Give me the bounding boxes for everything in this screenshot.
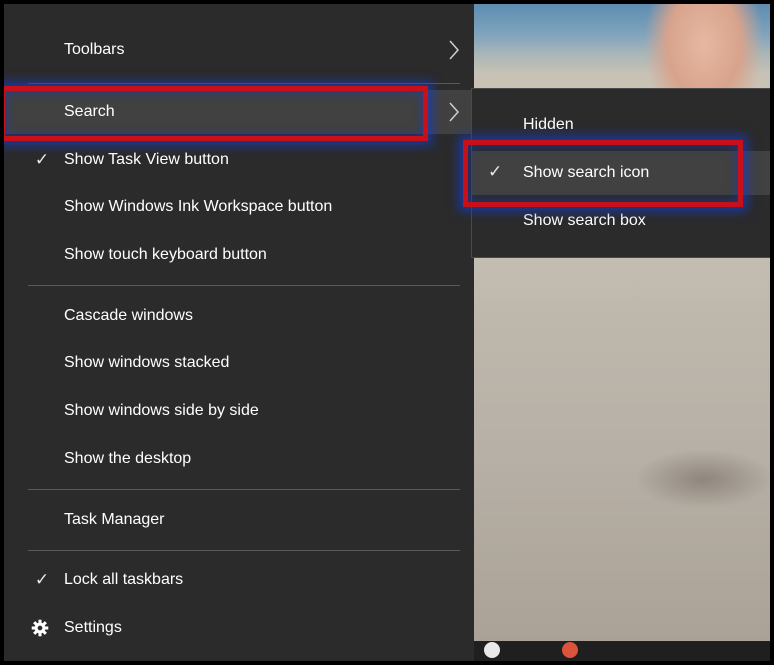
menu-item-lock-taskbars[interactable]: ✓ Lock all taskbars <box>4 558 474 602</box>
checkmark-icon: ✓ <box>34 570 50 589</box>
menu-item-task-manager[interactable]: Task Manager <box>4 498 474 542</box>
menu-separator <box>28 550 460 551</box>
menu-separator <box>28 83 460 84</box>
menu-item-label: Toolbars <box>64 41 125 58</box>
menu-item-show-desktop[interactable]: Show the desktop <box>4 437 474 481</box>
highlight-box-show-search-icon <box>463 140 743 207</box>
menu-item-cascade-windows[interactable]: Cascade windows <box>4 294 474 338</box>
taskbar-app-icon[interactable] <box>562 642 578 658</box>
highlight-box-search <box>4 86 428 141</box>
sand-shadow <box>634 449 770 509</box>
taskbar-strip[interactable] <box>474 641 770 661</box>
menu-item-windows-stacked[interactable]: Show windows stacked <box>4 341 474 385</box>
gear-icon <box>31 619 49 637</box>
menu-separator <box>28 285 460 286</box>
menu-separator <box>28 489 460 490</box>
menu-item-show-ink-workspace[interactable]: Show Windows Ink Workspace button <box>4 185 474 229</box>
checkmark-icon: ✓ <box>34 150 50 169</box>
menu-item-label: Cascade windows <box>64 307 193 324</box>
submenu-item-label: Hidden <box>523 116 574 133</box>
screenshot-frame: Toolbars Search ✓ Show Task View button … <box>4 4 770 661</box>
chevron-right-icon <box>449 40 460 60</box>
menu-item-label: Show the desktop <box>64 450 192 467</box>
menu-item-show-touch-keyboard[interactable]: Show touch keyboard button <box>4 233 474 277</box>
taskbar-app-icon[interactable] <box>484 642 500 658</box>
menu-item-settings[interactable]: Settings <box>4 606 474 650</box>
menu-item-show-task-view[interactable]: ✓ Show Task View button <box>4 138 474 182</box>
menu-item-label: Task Manager <box>64 511 165 528</box>
menu-item-label: Show windows side by side <box>64 402 259 419</box>
menu-item-label: Settings <box>64 619 122 636</box>
submenu-item-label: Show search box <box>523 212 646 229</box>
menu-item-label: Show windows stacked <box>64 354 230 371</box>
menu-item-toolbars[interactable]: Toolbars <box>4 28 474 72</box>
menu-item-label: Lock all taskbars <box>64 571 184 588</box>
menu-item-windows-side-by-side[interactable]: Show windows side by side <box>4 389 474 433</box>
chevron-right-icon <box>449 102 460 122</box>
menu-item-label: Show touch keyboard button <box>64 246 267 263</box>
menu-item-label: Show Task View button <box>64 151 229 168</box>
menu-item-label: Show Windows Ink Workspace button <box>64 198 333 215</box>
